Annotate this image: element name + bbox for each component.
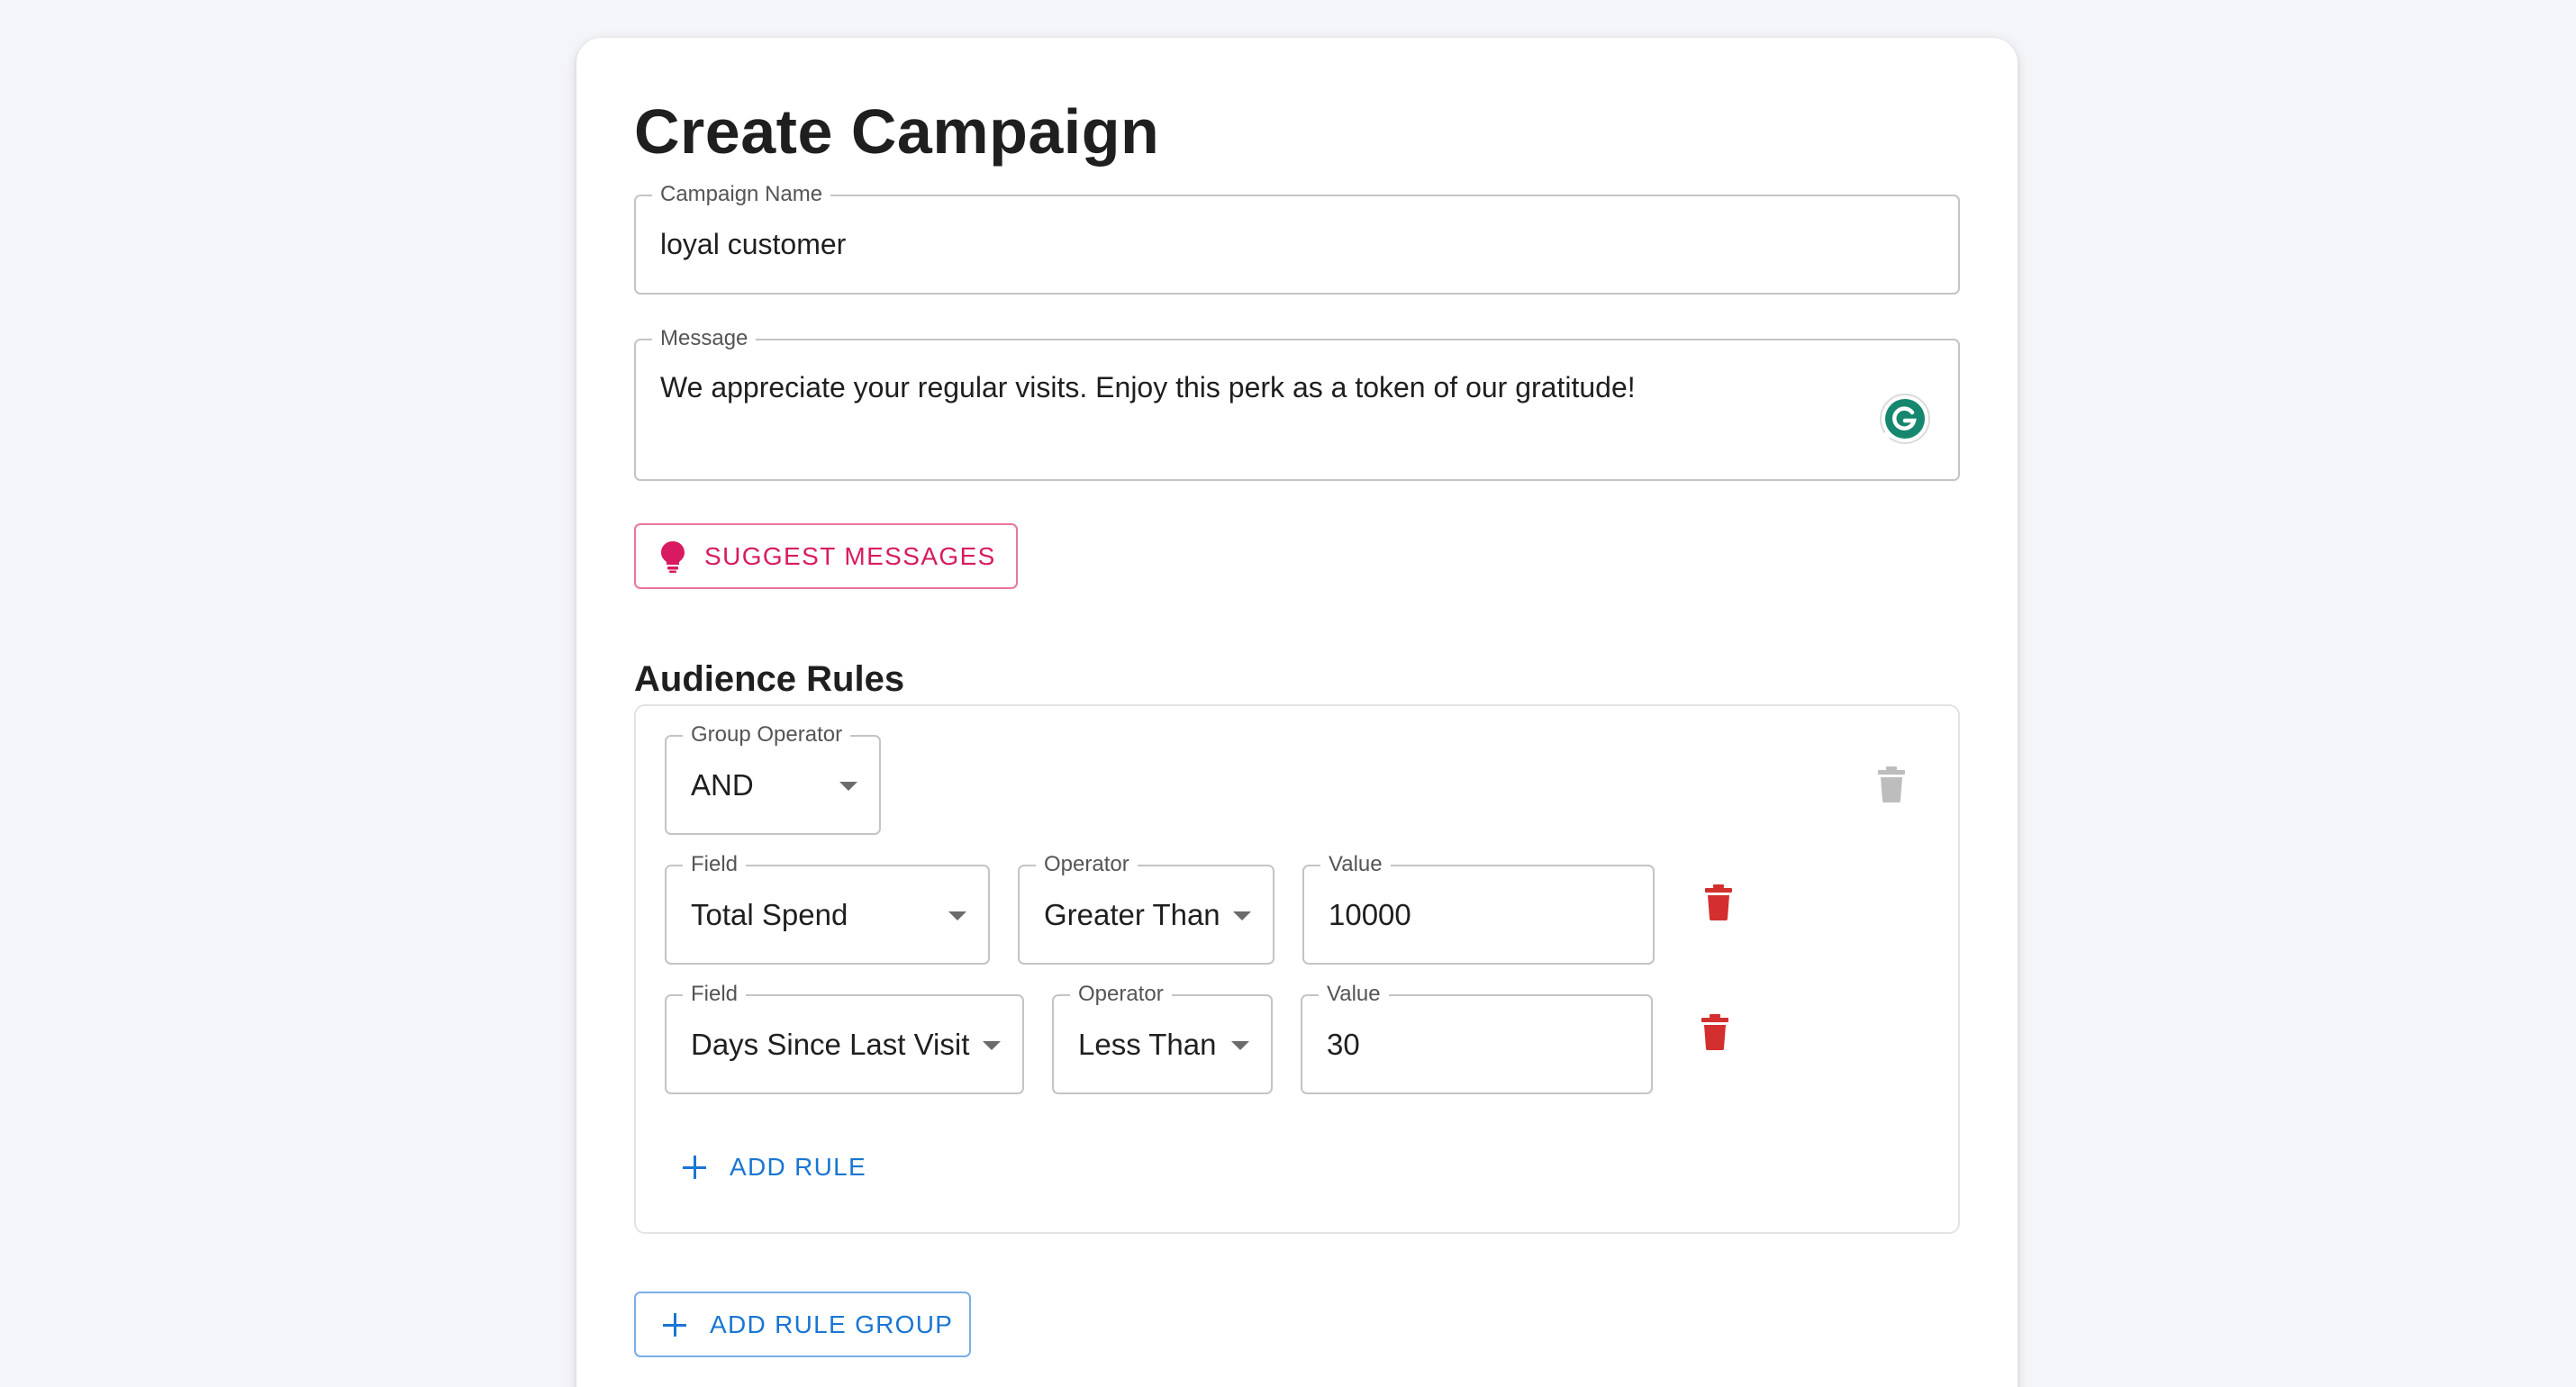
grammarly-icon[interactable]	[1879, 393, 1931, 445]
message-label: Message	[652, 325, 757, 352]
rule-2-value-input[interactable]: 30	[1327, 996, 1360, 1092]
message-textarea[interactable]: We appreciate your regular visits. Enjoy…	[660, 371, 1636, 404]
rule-1-field-value: Total Spend	[691, 897, 848, 931]
suggest-messages-label: SUGGEST MESSAGES	[704, 541, 996, 570]
audience-rules-title: Audience Rules	[634, 659, 905, 699]
add-rule-label: ADD RULE	[730, 1153, 866, 1181]
delete-rule-2-icon[interactable]	[1701, 1013, 1729, 1051]
add-rule-group-button[interactable]: ADD RULE GROUP	[634, 1292, 971, 1357]
rule-1-operator-select[interactable]: Operator Greater Than	[1018, 851, 1274, 965]
campaign-name-input[interactable]: loyal customer	[660, 196, 846, 293]
page-title: Create Campaign	[634, 96, 1160, 167]
chevron-down-icon	[948, 911, 966, 920]
rule-1-operator-value: Greater Than	[1044, 897, 1220, 931]
rule-1-value-field[interactable]: Value 10000	[1302, 851, 1655, 965]
delete-rule-1-icon[interactable]	[1704, 884, 1733, 921]
plus-icon	[683, 1156, 706, 1179]
rule-2-operator-select[interactable]: Operator Less Than	[1052, 981, 1273, 1094]
chevron-down-icon	[839, 781, 857, 791]
suggest-messages-button[interactable]: SUGGEST MESSAGES	[634, 523, 1018, 589]
rule-2-field-select[interactable]: Field Days Since Last Visit	[665, 981, 1024, 1094]
chevron-down-icon	[983, 1040, 1001, 1050]
rule-group: Group Operator AND Field Total Spend Ope…	[634, 704, 1960, 1234]
create-campaign-card: Create Campaign Campaign Name loyal cust…	[576, 38, 2018, 1387]
chevron-down-icon	[1233, 911, 1251, 920]
rule-2-value-field[interactable]: Value 30	[1301, 981, 1653, 1094]
delete-group-icon[interactable]	[1877, 766, 1906, 803]
rule-1-value-input[interactable]: 10000	[1329, 866, 1411, 963]
rule-2-operator-value: Less Than	[1078, 1027, 1217, 1061]
plus-icon	[663, 1312, 686, 1337]
rule-2-field-value: Days Since Last Visit	[691, 1027, 970, 1061]
chevron-down-icon	[1231, 1040, 1249, 1050]
add-rule-button[interactable]: ADD RULE	[683, 1149, 866, 1185]
group-operator-value: AND	[691, 767, 754, 802]
add-rule-group-label: ADD RULE GROUP	[710, 1310, 954, 1338]
rule-1-field-select[interactable]: Field Total Spend	[665, 851, 990, 965]
group-operator-select[interactable]: Group Operator AND	[665, 721, 881, 835]
campaign-name-field[interactable]: Campaign Name loyal customer	[634, 181, 1960, 295]
message-field[interactable]: Message We appreciate your regular visit…	[634, 325, 1960, 481]
lightbulb-icon	[659, 540, 686, 573]
